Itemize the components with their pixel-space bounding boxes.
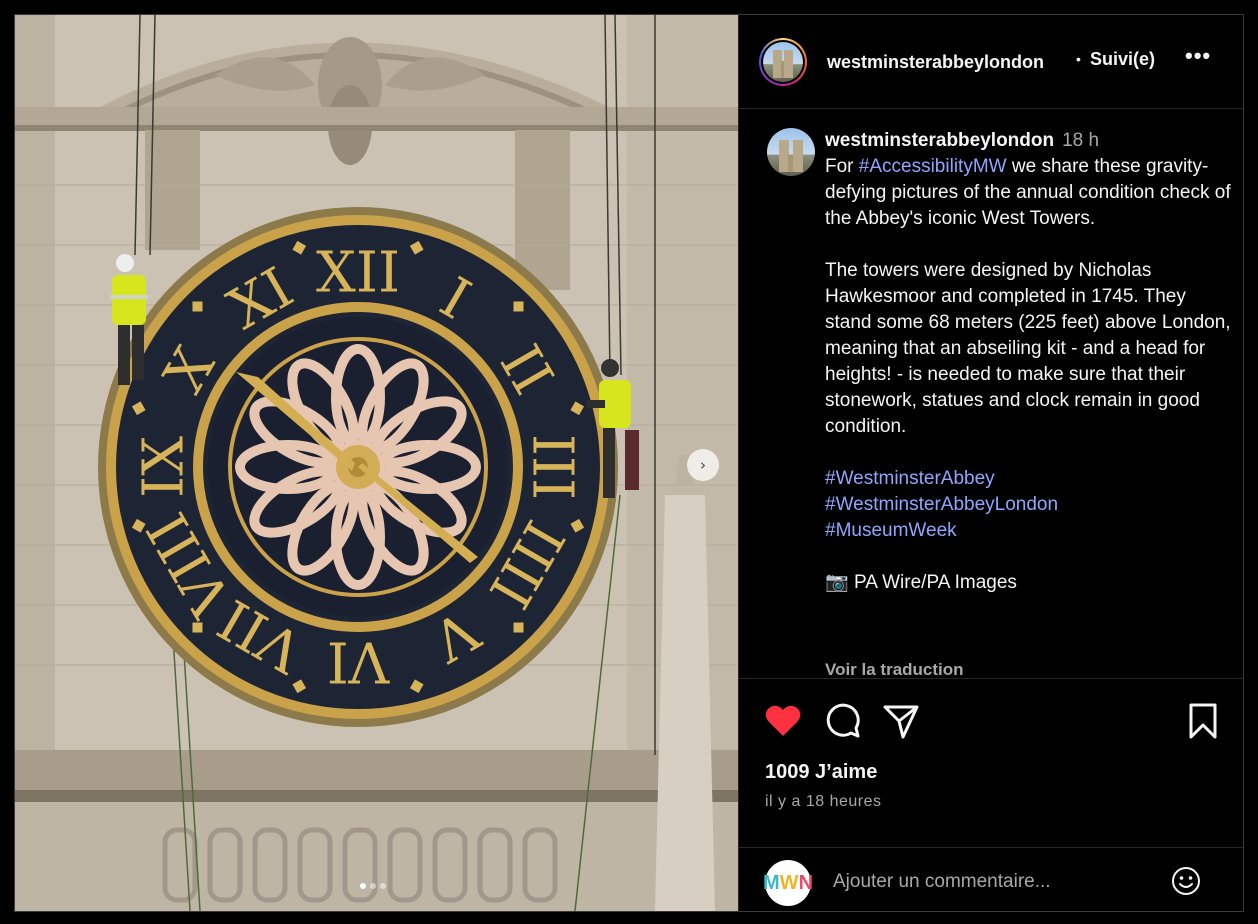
carousel-dot — [380, 883, 386, 889]
header-username[interactable]: westminsterabbeylondon — [827, 50, 1057, 74]
commenter-avatar: MWN — [763, 860, 813, 906]
share-icon[interactable] — [881, 701, 921, 741]
photo-credit: PA Wire/PA Images — [853, 572, 1017, 593]
bookmark-icon[interactable] — [1183, 701, 1223, 741]
hashtag-link[interactable]: #WestminsterAbbey — [825, 468, 995, 489]
clock-numeral: XII — [316, 241, 400, 306]
post-dialog: XIIIIIIIIIIIIVVIVIIVIIIIXXXI — [14, 14, 1244, 912]
action-bar — [763, 701, 1223, 741]
hashtag-link[interactable]: #MuseumWeek — [825, 520, 957, 541]
avatar — [763, 41, 803, 82]
separator-dot: • — [1076, 51, 1081, 67]
caption-username[interactable]: westminsterabbeylondon — [825, 130, 1054, 151]
clock-numeral: III — [520, 434, 585, 500]
comment-icon[interactable] — [823, 701, 863, 741]
emoji-icon[interactable] — [1171, 866, 1201, 896]
more-options-icon[interactable]: ••• — [1185, 43, 1211, 69]
story-ring[interactable] — [759, 37, 807, 86]
heart-icon[interactable] — [763, 701, 803, 741]
next-slide-button[interactable]: › — [687, 449, 719, 481]
caption-time[interactable]: 18 h — [1062, 130, 1099, 151]
comment-input[interactable] — [831, 870, 1135, 894]
avatar — [767, 128, 815, 176]
post-photo[interactable]: XIIIIIIIIIIIIVVIVIIVIIIIXXXI — [15, 15, 738, 911]
caption-intro-prefix: For — [825, 156, 859, 177]
see-translation-link[interactable]: Voir la traduction — [825, 660, 964, 678]
clock-numeral: IX — [132, 436, 197, 498]
caption-avatar[interactable] — [767, 128, 815, 176]
carousel-dot — [370, 883, 376, 889]
clock-numeral: VI — [327, 629, 391, 694]
following-button[interactable]: Suivi(e) — [1090, 49, 1155, 70]
post-header: westminsterabbeylondon • Suivi(e) ••• — [739, 15, 1243, 109]
chevron-right-icon: › — [700, 456, 706, 474]
caption-section: westminsterabbeylondon 18 h For #Accessib… — [739, 110, 1243, 678]
hashtag-link[interactable]: #AccessibilityMW — [859, 156, 1007, 177]
carousel-indicator — [360, 883, 386, 889]
add-comment-row: MWN — [739, 847, 1243, 911]
hashtag-link[interactable]: #WestminsterAbbeyLondon — [825, 494, 1058, 515]
carousel-dot — [360, 883, 366, 889]
post-timestamp: il y a 18 heures — [765, 793, 882, 810]
camera-icon: 📷 — [825, 572, 849, 593]
clock-tower-photo: XII IIIIIIIIIIVVIVIIVIIIIXXXI — [15, 15, 738, 911]
post-side-panel: westminsterabbeylondon • Suivi(e) ••• we… — [738, 15, 1243, 911]
caption-body: The towers were designed by Nicholas Haw… — [825, 260, 1231, 437]
caption-text: westminsterabbeylondon 18 h For #Accessib… — [825, 128, 1235, 596]
likes-count[interactable]: 1009 J’aime — [765, 761, 877, 784]
actions-section: 1009 J’aime il y a 18 heures MWN — [739, 678, 1243, 911]
